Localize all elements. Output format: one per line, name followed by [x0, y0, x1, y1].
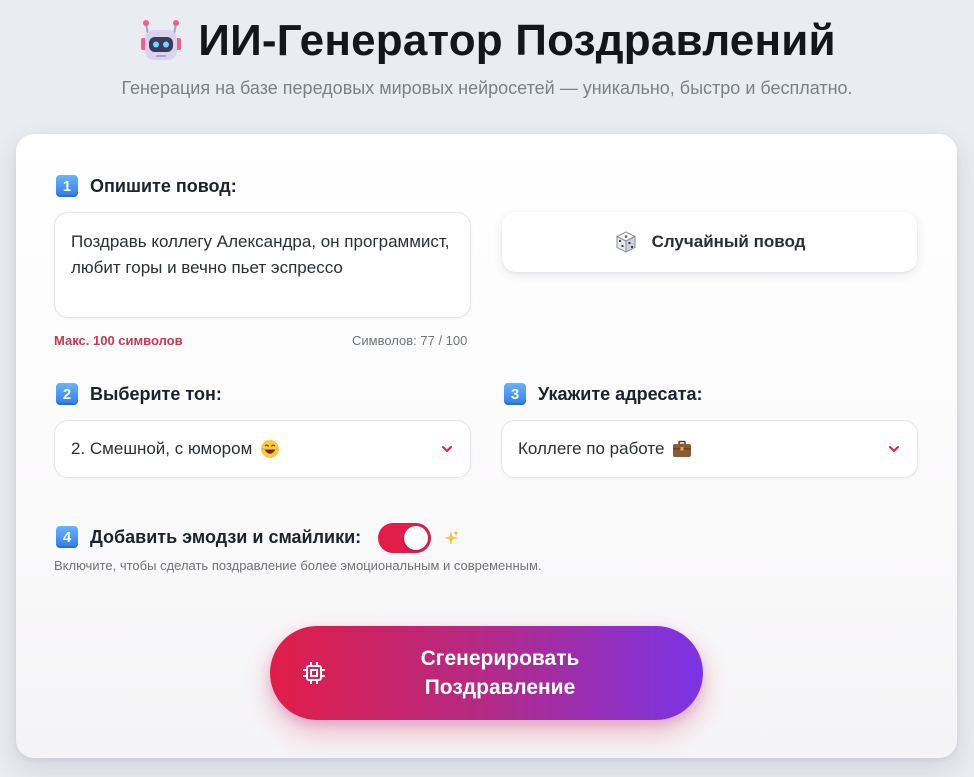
robot-icon — [141, 20, 182, 60]
tone-select-text: 2. Смешной, с юмором — [71, 439, 253, 458]
step2-heading: 2 Выберите тон: — [56, 383, 222, 405]
briefcase-icon — [673, 440, 692, 457]
emoji-toggle[interactable] — [378, 523, 431, 553]
occasion-textarea[interactable]: Поздравь коллегу Александра, он программ… — [54, 212, 471, 318]
recipient-select-value: Коллеге по работе — [518, 439, 887, 459]
dice-icon — [615, 231, 636, 253]
random-occasion-label: Случайный повод — [651, 232, 806, 251]
char-counter: Символов: 77 / 100 — [352, 333, 468, 348]
step3-label: Укажите адресата: — [538, 383, 703, 404]
generate-button-label: Сгенерировать Поздравление — [380, 644, 620, 702]
step2-label: Выберите тон: — [90, 383, 222, 404]
sparkles-icon — [444, 530, 459, 545]
emoji-toggle-hint: Включите, чтобы сделать поздравление бол… — [54, 558, 542, 573]
page-header: ИИ-Генератор Поздравлений Генерация на б… — [0, 10, 974, 99]
tone-select[interactable]: 2. Смешной, с юмором — [54, 420, 471, 478]
chevron-down-icon — [442, 446, 452, 452]
step3-heading: 3 Укажите адресата: — [504, 383, 702, 405]
toggle-knob — [404, 526, 428, 550]
step1-heading: 1 Опишите повод: — [56, 175, 237, 197]
char-limit-hint: Макс. 100 символов — [54, 333, 183, 348]
step4-label: Добавить эмодзи и смайлики: — [90, 526, 362, 547]
tone-select-value: 2. Смешной, с юмором — [71, 439, 440, 459]
step3-number-badge: 3 — [504, 383, 526, 405]
step1-number-badge: 1 — [56, 175, 78, 197]
chevron-down-icon — [889, 446, 899, 452]
generate-label-line1: Сгенерировать — [420, 647, 580, 670]
chip-icon — [303, 662, 325, 684]
step4-number-badge: 4 — [56, 526, 78, 548]
step1-label: Опишите повод: — [90, 175, 237, 196]
page-title: ИИ-Генератор Поздравлений — [198, 16, 836, 65]
recipient-select[interactable]: Коллеге по работе — [501, 420, 918, 478]
step2-number-badge: 2 — [56, 383, 78, 405]
generator-form-card: 1 Опишите повод: Поздравь коллегу Алекса… — [16, 134, 957, 758]
generate-button[interactable]: Сгенерировать Поздравление — [270, 626, 703, 720]
recipient-select-text: Коллеге по работе — [518, 439, 665, 458]
random-occasion-button[interactable]: Случайный повод — [502, 212, 917, 272]
step4-heading: 4 Добавить эмодзи и смайлики: — [56, 526, 361, 548]
page-subtitle: Генерация на базе передовых мировых нейр… — [121, 78, 853, 98]
generate-label-line2: Поздравление — [424, 676, 576, 699]
laughing-emoji-icon — [261, 440, 280, 458]
title-row: ИИ-Генератор Поздравлений — [0, 10, 974, 72]
